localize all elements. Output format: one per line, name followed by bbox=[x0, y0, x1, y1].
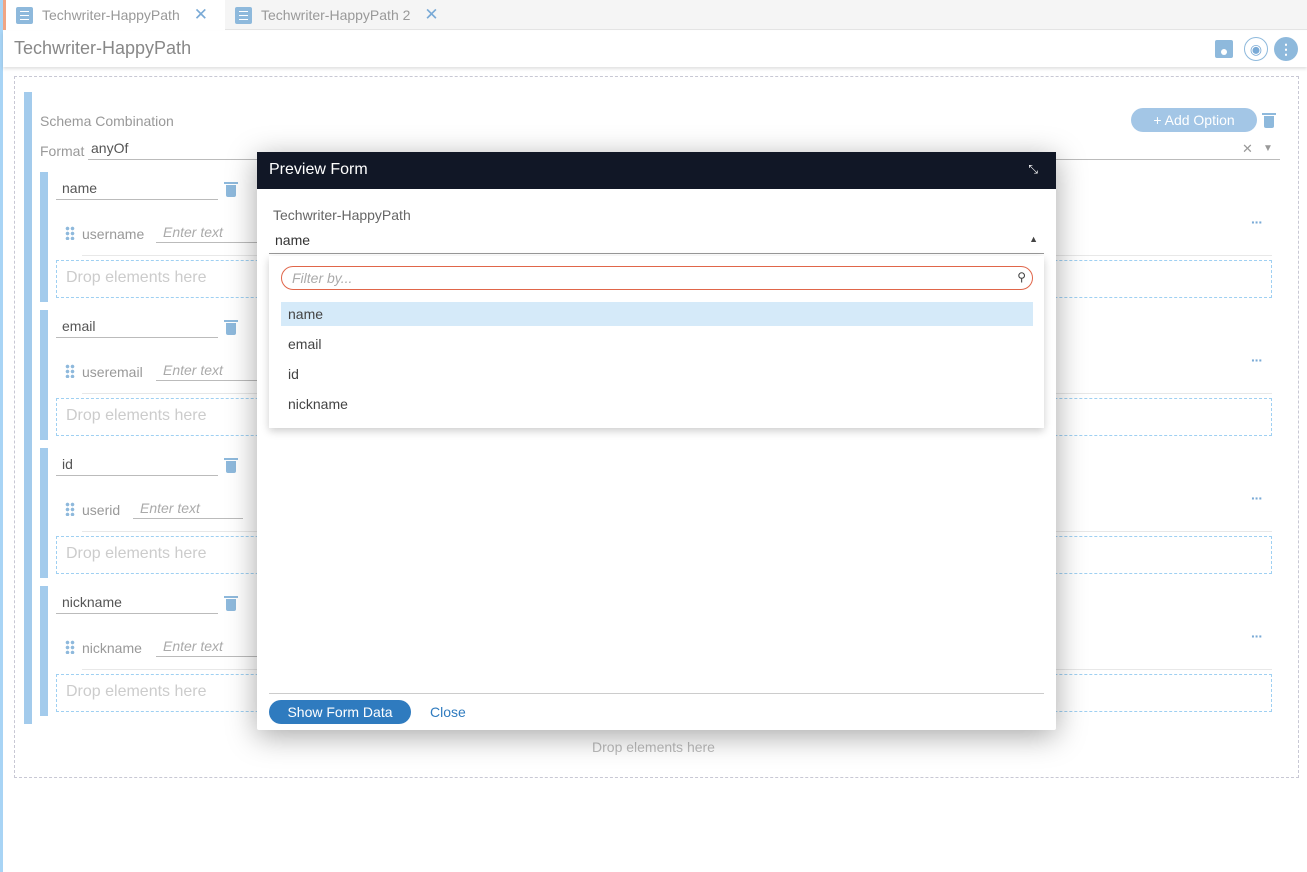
option-name-input[interactable]: id bbox=[56, 454, 218, 476]
filter-input[interactable]: Filter by... ⚲ bbox=[281, 266, 1033, 290]
search-icon: ⚲ bbox=[1017, 270, 1026, 284]
more-horiz-icon[interactable]: ··· bbox=[1251, 628, 1263, 644]
more-horiz-icon[interactable]: ··· bbox=[1251, 490, 1263, 506]
expand-icon[interactable]: ⤡ bbox=[1028, 162, 1038, 177]
text-input[interactable]: Enter text bbox=[156, 224, 266, 243]
field-label: userid bbox=[82, 502, 121, 518]
drag-handle-icon[interactable] bbox=[65, 364, 75, 378]
trash-icon[interactable] bbox=[224, 596, 238, 611]
close-button[interactable]: Close bbox=[430, 704, 466, 720]
drag-handle-icon[interactable] bbox=[65, 226, 75, 240]
trash-icon[interactable] bbox=[224, 458, 238, 473]
text-input[interactable]: Enter text bbox=[156, 362, 266, 381]
preview-eye-icon[interactable]: ◉ bbox=[1244, 37, 1268, 61]
trash-icon[interactable] bbox=[1262, 113, 1276, 128]
trash-icon[interactable] bbox=[224, 182, 238, 197]
dialog-header: Preview Form ⤡ bbox=[257, 152, 1056, 189]
option-name-input[interactable]: nickname bbox=[56, 592, 218, 614]
field-label: username bbox=[82, 226, 145, 242]
schema-select[interactable]: name ▲ bbox=[269, 232, 1044, 254]
tab-techwriter-happypath-2[interactable]: Techwriter-HappyPath 2 ✕ bbox=[225, 0, 445, 30]
option-drag-bar[interactable] bbox=[40, 448, 48, 578]
page-title: Techwriter-HappyPath bbox=[14, 38, 192, 58]
tab-bar: Techwriter-HappyPath ✕ Techwriter-HappyP… bbox=[3, 0, 1307, 30]
filter-placeholder: Filter by... bbox=[292, 270, 353, 286]
option-item[interactable]: id bbox=[281, 362, 1033, 386]
chevron-down-icon[interactable]: ▼ bbox=[1263, 143, 1273, 154]
form-icon bbox=[235, 6, 252, 24]
tab-techwriter-happypath[interactable]: Techwriter-HappyPath ✕ bbox=[3, 0, 225, 30]
schema-combination-label: Schema Combination bbox=[40, 113, 174, 129]
drag-handle-icon[interactable] bbox=[65, 640, 75, 654]
combination-drag-bar[interactable] bbox=[24, 92, 32, 724]
option-item[interactable]: nickname bbox=[281, 392, 1033, 416]
preview-form-dialog: Preview Form ⤡ Techwriter-HappyPath name… bbox=[257, 152, 1056, 730]
close-icon[interactable]: ✕ bbox=[194, 5, 208, 25]
close-icon[interactable]: ✕ bbox=[424, 5, 438, 25]
dialog-title: Preview Form bbox=[269, 161, 368, 178]
trash-icon[interactable] bbox=[224, 320, 238, 335]
footer-divider bbox=[269, 693, 1044, 694]
option-name-input[interactable]: name bbox=[56, 178, 218, 200]
clear-icon[interactable]: ✕ bbox=[1242, 141, 1253, 157]
save-icon[interactable] bbox=[1215, 40, 1233, 58]
add-option-button[interactable]: + Add Option bbox=[1131, 108, 1257, 132]
option-name-input[interactable]: email bbox=[56, 316, 218, 338]
tab-label: Techwriter-HappyPath 2 bbox=[261, 7, 411, 23]
drag-handle-icon[interactable] bbox=[65, 502, 75, 516]
format-label: Format bbox=[40, 143, 85, 159]
field-label: nickname bbox=[82, 640, 142, 656]
title-bar: Techwriter-HappyPath ◉ ⋮ bbox=[3, 31, 1307, 67]
more-horiz-icon[interactable]: ··· bbox=[1251, 214, 1263, 230]
more-horiz-icon[interactable]: ··· bbox=[1251, 352, 1263, 368]
selected-value: name bbox=[275, 232, 311, 248]
text-input[interactable]: Enter text bbox=[133, 500, 243, 519]
option-drag-bar[interactable] bbox=[40, 172, 48, 302]
option-drag-bar[interactable] bbox=[40, 310, 48, 440]
chevron-up-icon[interactable]: ▲ bbox=[1029, 234, 1038, 244]
option-item[interactable]: name bbox=[281, 302, 1033, 326]
option-item[interactable]: email bbox=[281, 332, 1033, 356]
form-label: Techwriter-HappyPath bbox=[273, 207, 411, 223]
form-icon bbox=[16, 6, 33, 24]
field-label: useremail bbox=[82, 364, 143, 380]
drop-zone-outer[interactable]: Drop elements here bbox=[0, 739, 1307, 755]
dropdown-list: Filter by... ⚲ name email id nickname bbox=[269, 256, 1044, 428]
tab-label: Techwriter-HappyPath bbox=[42, 7, 180, 23]
more-vert-icon[interactable]: ⋮ bbox=[1274, 37, 1298, 61]
option-drag-bar[interactable] bbox=[40, 586, 48, 716]
show-form-data-button[interactable]: Show Form Data bbox=[269, 700, 411, 724]
text-input[interactable]: Enter text bbox=[156, 638, 266, 657]
